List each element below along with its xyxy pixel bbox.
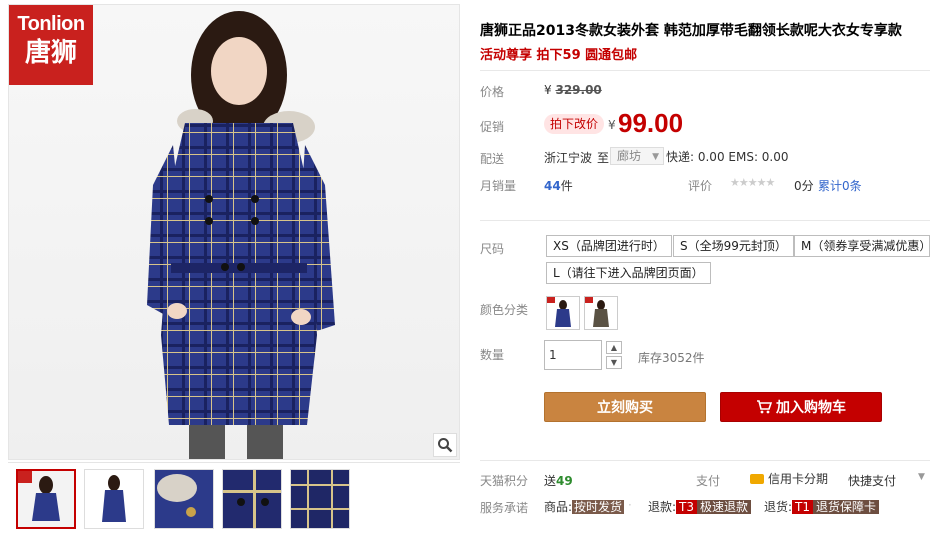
review-count-link[interactable]: 累计0条: [818, 177, 862, 194]
service-return-label: 退货:: [764, 500, 793, 514]
main-product-image[interactable]: Tonlion 唐狮: [8, 4, 460, 460]
credit-installment[interactable]: 信用卡分期: [750, 470, 828, 487]
original-price-value: 329.00: [555, 83, 602, 97]
model-wearing-coat-image: [147, 11, 335, 459]
shipping-fees: 快递: 0.00 EMS: 0.00: [666, 150, 789, 164]
promo-price: 99.00: [618, 108, 684, 138]
chevron-down-icon[interactable]: ▼: [918, 472, 925, 482]
service-goods: 商品: 按时发货: [544, 498, 625, 515]
size-option-m[interactable]: M（领券享受满减优惠）: [794, 235, 930, 257]
brand-logo-cn: 唐狮: [24, 38, 77, 68]
brand-logo-en: Tonlion: [17, 13, 85, 35]
shipping-to-word: 至: [597, 151, 610, 165]
thumbnail-3[interactable]: [154, 469, 214, 529]
quantity-label: 数量: [480, 348, 505, 362]
product-info-panel: 唐狮正品2013冬款女装外套 韩范加厚带毛翻领长款呢大衣女专享款 活动尊享 拍下…: [480, 0, 930, 542]
add-to-cart-label: 加入购物车: [776, 400, 846, 416]
quick-pay[interactable]: 快捷支付: [848, 472, 896, 489]
thumbnail-5[interactable]: [290, 469, 350, 529]
service-return-code: T1: [792, 500, 814, 514]
size-option-xs[interactable]: XS（品牌团进行时）: [546, 235, 672, 257]
promo-currency-symbol: ¥: [608, 118, 616, 132]
promo-tag: 拍下改价: [544, 114, 605, 134]
thumbnail-2[interactable]: [84, 469, 144, 529]
separator-dot: ·: [628, 498, 632, 512]
shipping-label: 配送: [480, 152, 505, 166]
divider: [480, 70, 930, 71]
thumbnail-4[interactable]: [222, 469, 282, 529]
service-refund-code: T3: [676, 500, 698, 514]
service-label: 服务承诺: [480, 501, 529, 515]
tmall-points-label: 天猫积分: [480, 474, 529, 488]
payment-label: 支付: [696, 474, 721, 488]
service-refund-label: 退款:: [648, 500, 677, 514]
zoom-icon[interactable]: [433, 433, 457, 457]
promo-price-label: 促销: [480, 120, 505, 134]
rating-stars: ★★★★★: [730, 176, 775, 189]
service-return: 退货: T1 退货保障卡: [764, 498, 880, 515]
divider: [480, 220, 930, 221]
brand-logo: Tonlion 唐狮: [9, 5, 93, 85]
quantity-input[interactable]: 1: [544, 340, 602, 370]
destination-city-select[interactable]: 廊坊 ▼: [610, 147, 665, 165]
size-label: 尺码: [480, 242, 505, 256]
service-goods-label: 商品:: [544, 500, 573, 514]
separator-dot: ·: [744, 498, 748, 512]
points-send: 送: [544, 474, 557, 488]
buy-now-button[interactable]: 立刻购买: [544, 392, 706, 422]
service-return-tag[interactable]: 退货保障卡: [813, 500, 880, 514]
chevron-down-icon: ▼: [652, 152, 660, 162]
divider: [480, 460, 930, 461]
stock-text: 库存3052件: [638, 351, 705, 365]
size-option-l[interactable]: L（请往下进入品牌团页面）: [546, 262, 711, 284]
service-refund: 退款: T3 极速退款: [648, 498, 752, 515]
tmall-points: 送49: [544, 472, 573, 489]
thumbnail-strip: [8, 462, 460, 538]
credit-installment-label: 信用卡分期: [768, 472, 829, 486]
thumbnail-1[interactable]: [16, 469, 76, 529]
destination-city-value: 廊坊: [617, 149, 642, 163]
points-value: 49: [556, 474, 573, 488]
promo-text: 活动尊享 拍下59 圆通包邮: [480, 48, 638, 63]
shipping-from: 浙江宁波: [544, 151, 593, 165]
product-title: 唐狮正品2013冬款女装外套 韩范加厚带毛翻领长款呢大衣女专享款: [480, 23, 902, 39]
rating-label: 评价: [688, 179, 713, 193]
color-label: 颜色分类: [480, 303, 529, 317]
quantity-increase-button[interactable]: ▲: [606, 341, 622, 354]
quantity-decrease-button[interactable]: ▼: [606, 356, 622, 369]
add-to-cart-button[interactable]: 加入购物车: [720, 392, 882, 422]
cart-icon: [757, 400, 773, 414]
monthly-sales-unit: 件: [560, 179, 573, 193]
credit-card-icon: [750, 474, 764, 484]
color-swatch-blue[interactable]: [546, 296, 580, 330]
monthly-sales: 44件: [544, 177, 573, 194]
price-label: 价格: [480, 85, 505, 99]
size-option-s[interactable]: S（全场99元封顶）: [673, 235, 794, 257]
rating-score: 0分: [794, 179, 814, 193]
monthly-sales-label: 月销量: [480, 179, 517, 193]
original-price: ¥ 329.00: [544, 83, 602, 97]
currency-symbol: ¥: [544, 83, 552, 97]
service-goods-tag[interactable]: 按时发货: [572, 500, 625, 514]
color-swatch-brown[interactable]: [584, 296, 618, 330]
service-refund-tag[interactable]: 极速退款: [697, 500, 752, 514]
monthly-sales-count: 44: [544, 179, 561, 193]
